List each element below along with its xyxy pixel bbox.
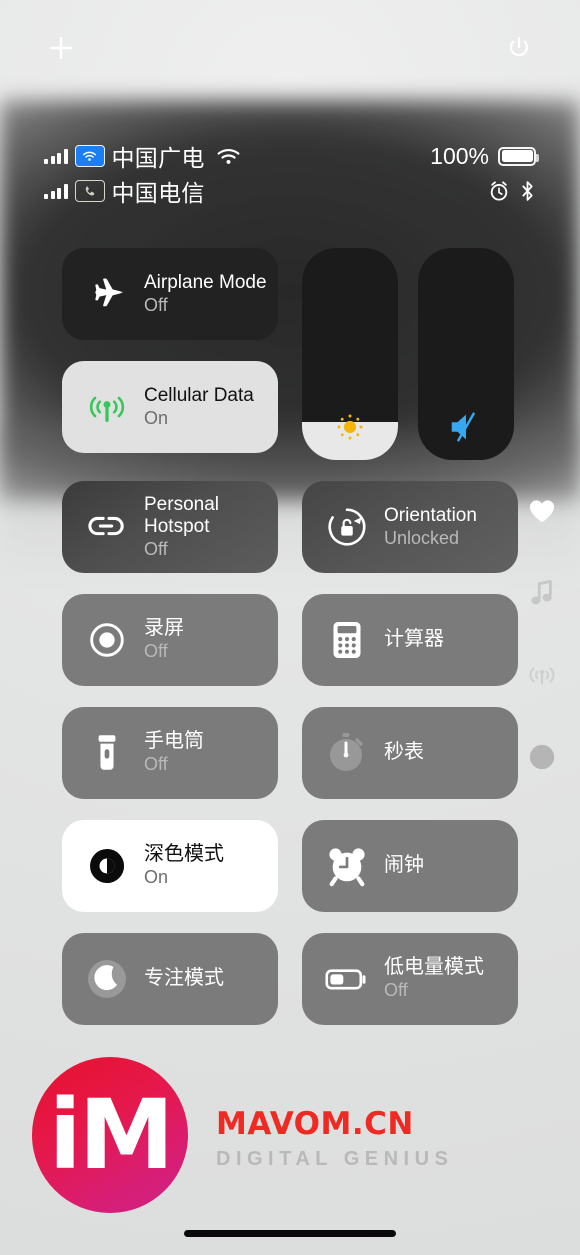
rotation-lock-open-icon — [324, 504, 370, 550]
watermark-title: MAVOM.CN — [216, 1105, 414, 1142]
wifi-sim-badge-icon — [74, 145, 105, 167]
tile-label: 深色模式 — [144, 843, 224, 866]
top-toolbar — [0, 0, 580, 96]
stopwatch-icon — [324, 730, 370, 776]
carrier-name-secondary: 中国电信 — [111, 180, 205, 206]
tile-label: 手电筒 — [144, 730, 204, 753]
tile-personal-hotspot[interactable]: Personal Hotspot Off — [62, 481, 278, 573]
tile-dark-mode[interactable]: 深色模式 On — [62, 820, 278, 912]
tile-label: 低电量模式 — [384, 956, 484, 979]
tile-state: Off — [384, 980, 408, 1001]
tile-alarm[interactable]: 闹钟 — [302, 820, 518, 912]
airplane-icon — [84, 271, 130, 317]
tile-label: Cellular Data — [144, 384, 254, 406]
tile-label: 秒表 — [384, 741, 424, 764]
screen-record-icon — [84, 617, 130, 663]
status-line-secondary: 中国电信 — [44, 175, 536, 207]
calculator-icon — [324, 617, 370, 663]
control-center-grid: Airplane Mode Off Cellular Data On Perso… — [62, 248, 518, 1046]
cellular-antenna-icon — [84, 384, 130, 430]
volume-slider[interactable] — [418, 248, 514, 460]
brightness-sun-icon — [302, 408, 398, 446]
tile-label: 专注模式 — [144, 967, 224, 990]
music-note-icon[interactable] — [526, 577, 558, 609]
tile-label: 计算器 — [384, 628, 444, 651]
tile-state: Off — [144, 294, 168, 315]
tile-orientation-lock[interactable]: Orientation Unlocked — [302, 481, 518, 573]
control-row-connectivity: Airplane Mode Off Cellular Data On — [62, 248, 518, 460]
tile-label: Airplane Mode — [144, 271, 267, 293]
tile-label: 录屏 — [144, 617, 184, 640]
signal-bars-icon — [44, 183, 68, 199]
tile-state: On — [144, 867, 169, 888]
battery-percent-label: 100% — [430, 142, 489, 169]
hotspot-link-icon — [84, 504, 130, 550]
power-icon[interactable] — [504, 33, 534, 63]
tile-cellular-data[interactable]: Cellular Data On — [62, 361, 278, 453]
control-row-3: 录屏 Off 计算器 — [62, 594, 518, 686]
tile-state: Unlocked — [384, 527, 460, 548]
brightness-slider[interactable] — [302, 248, 398, 460]
carrier-name-primary: 中国广电 — [111, 145, 205, 171]
focus-moon-icon — [84, 956, 130, 1002]
tile-low-power-mode[interactable]: 低电量模式 Off — [302, 933, 518, 1025]
airplay-broadcast-icon[interactable] — [526, 659, 558, 691]
tile-focus-mode[interactable]: 专注模式 — [62, 933, 278, 1025]
control-row-2: Personal Hotspot Off Orientation Unlocke… — [62, 481, 518, 573]
tile-label-line1: Personal — [144, 493, 219, 515]
control-row-5: 深色模式 On 闹钟 — [62, 820, 518, 912]
low-power-battery-icon — [324, 956, 370, 1002]
home-indicator-bar — [184, 1230, 396, 1237]
status-line-primary: 中国广电 100% — [44, 140, 539, 172]
circle-dot-icon[interactable] — [526, 741, 558, 773]
tile-flashlight[interactable]: 手电筒 Off — [62, 707, 278, 799]
volume-mute-icon — [418, 408, 514, 446]
tile-calculator[interactable]: 计算器 — [302, 594, 518, 686]
heart-icon[interactable] — [526, 495, 558, 527]
tile-label: 闹钟 — [384, 854, 424, 877]
bluetooth-icon — [519, 180, 536, 202]
tile-label: Orientation — [384, 504, 477, 526]
tile-airplane-mode[interactable]: Airplane Mode Off — [62, 248, 278, 340]
plus-icon[interactable] — [46, 33, 76, 63]
side-rail — [526, 495, 558, 773]
dark-mode-icon — [84, 843, 130, 889]
control-row-6: 专注模式 低电量模式 Off — [62, 933, 518, 1025]
phone-sim-badge-icon — [74, 180, 105, 202]
signal-bars-icon — [44, 148, 68, 164]
watermark-subtitle: DIGITAL GENIUS — [216, 1147, 454, 1170]
flashlight-icon — [84, 730, 130, 776]
tile-label-line2: Hotspot — [144, 515, 210, 537]
watermark-logo: iM — [32, 1057, 188, 1213]
slider-group — [302, 248, 514, 460]
alarm-clock-icon — [324, 843, 370, 889]
tile-state: On — [144, 407, 169, 428]
tile-screen-record[interactable]: 录屏 Off — [62, 594, 278, 686]
tile-state: Off — [144, 538, 168, 559]
tile-state: Off — [144, 754, 168, 775]
alarm-clock-icon — [488, 180, 510, 202]
tile-state: Off — [144, 641, 168, 662]
control-row-4: 手电筒 Off 秒表 — [62, 707, 518, 799]
tile-stopwatch[interactable]: 秒表 — [302, 707, 518, 799]
wifi-icon — [216, 147, 241, 166]
watermark: iM MAVOM.CN DIGITAL GENIUS — [32, 1057, 453, 1213]
battery-full-icon — [498, 146, 539, 166]
status-bar: 中国广电 100% 中国电信 — [0, 140, 580, 207]
